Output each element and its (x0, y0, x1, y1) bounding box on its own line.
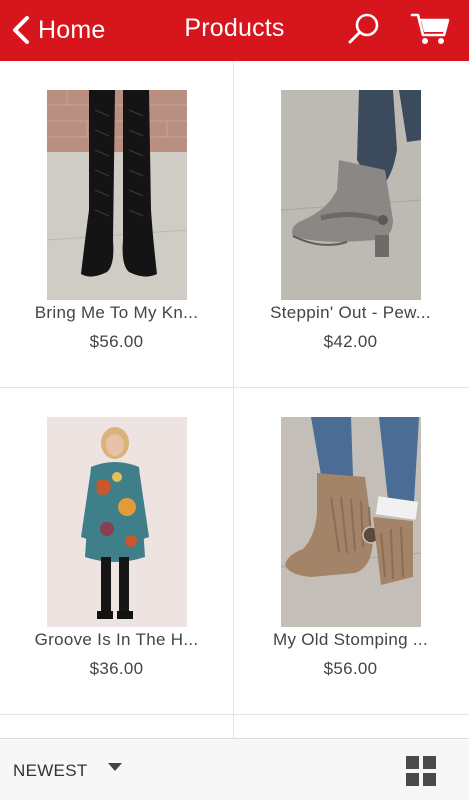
product-name: Groove Is In The H... (34, 630, 199, 649)
product-image[interactable] (281, 417, 421, 627)
product-image[interactable] (47, 90, 187, 300)
product-image[interactable] (281, 90, 421, 300)
product-price: $42.00 (323, 332, 378, 351)
sort-label: NEWEST (13, 761, 88, 780)
product-card[interactable]: Steppin' Out - Pew... $42.00 (234, 61, 467, 387)
caret-down-icon (107, 763, 122, 771)
top-app-bar: Home Products (0, 0, 469, 61)
sort-dropdown[interactable]: NEWEST (13, 757, 122, 785)
grid-divider (0, 714, 469, 715)
search-icon[interactable] (346, 11, 382, 47)
bottom-toolbar: NEWEST (0, 738, 469, 800)
product-card[interactable]: Bring Me To My Kn... $56.00 (0, 61, 233, 387)
product-name: Bring Me To My Kn... (34, 303, 199, 322)
product-card[interactable]: Groove Is In The H... $36.00 (0, 388, 233, 714)
product-price: $56.00 (323, 659, 378, 678)
product-image[interactable] (47, 417, 187, 627)
cart-icon[interactable] (410, 11, 450, 47)
product-grid: Bring Me To My Kn... $56.00 Steppin' Out… (0, 61, 469, 738)
product-price: $56.00 (89, 332, 144, 351)
page-title: Products (184, 14, 285, 42)
product-price: $36.00 (89, 659, 144, 678)
product-name: Steppin' Out - Pew... (270, 303, 431, 322)
grid-view-icon[interactable] (405, 755, 437, 787)
product-card[interactable]: My Old Stomping ... $56.00 (234, 388, 467, 714)
product-name: My Old Stomping ... (273, 630, 428, 649)
